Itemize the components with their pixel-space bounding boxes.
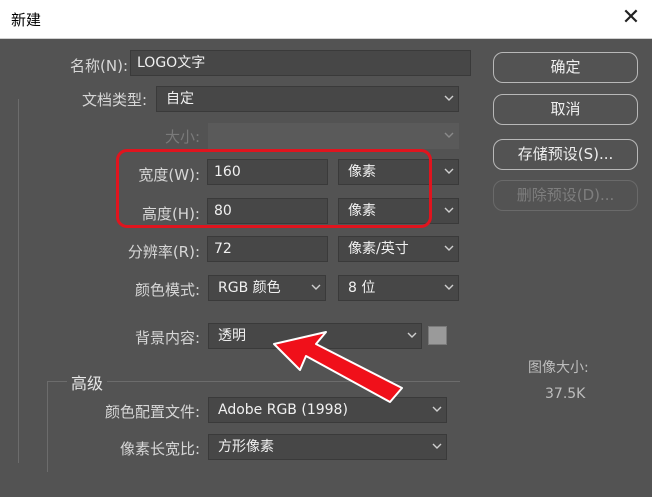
chevron-down-icon: [432, 406, 442, 412]
name-input[interactable]: LOGO文字: [130, 50, 471, 76]
size-label: 大小:: [164, 128, 200, 146]
chevron-down-icon: [444, 95, 454, 101]
size-select[interactable]: [208, 123, 459, 149]
color-mode-label: 颜色模式:: [134, 281, 200, 299]
resolution-input[interactable]: 72: [207, 236, 328, 262]
cancel-button[interactable]: 取消: [493, 94, 638, 125]
chevron-down-icon: [311, 284, 321, 290]
chevron-down-icon: [444, 284, 454, 290]
chevron-down-icon: [444, 245, 454, 251]
close-icon[interactable]: ✕: [618, 5, 644, 31]
color-mode-value: RGB 颜色: [218, 280, 281, 296]
bit-depth-value: 8 位: [348, 280, 376, 296]
resolution-label: 分辨率(R):: [127, 243, 200, 261]
doc-type-label: 文档类型:: [81, 91, 147, 109]
background-color-swatch[interactable]: [428, 326, 447, 345]
pixel-aspect-value: 方形像素: [218, 439, 274, 455]
chevron-down-icon: [432, 443, 442, 449]
image-size-label: 图像大小:: [528, 360, 589, 376]
resolution-unit-select[interactable]: 像素/英寸: [338, 236, 459, 262]
new-document-dialog: 新建 ✕ 名称(N): LOGO文字 文档类型: 自定 大小: 宽度(W): 1…: [0, 0, 652, 497]
image-size-value: 37.5K: [545, 386, 586, 402]
color-profile-label: 颜色配置文件:: [104, 403, 200, 421]
pixel-aspect-select[interactable]: 方形像素: [208, 434, 447, 460]
name-label: 名称(N):: [70, 57, 128, 75]
doc-type-select[interactable]: 自定: [156, 86, 459, 112]
dialog-title: 新建: [11, 11, 42, 29]
ok-button[interactable]: 确定: [493, 52, 638, 83]
save-preset-button[interactable]: 存储预设(S)...: [493, 139, 638, 170]
background-value: 透明: [218, 328, 246, 344]
delete-preset-button[interactable]: 删除预设(D)...: [493, 180, 638, 211]
color-mode-select[interactable]: RGB 颜色: [208, 275, 326, 301]
chevron-down-icon: [444, 207, 454, 213]
pixel-aspect-label: 像素长宽比:: [119, 440, 200, 458]
bit-depth-select[interactable]: 8 位: [338, 275, 459, 301]
doc-type-value: 自定: [166, 91, 194, 107]
resolution-unit-value: 像素/英寸: [348, 241, 409, 257]
red-arrow-icon: [273, 331, 403, 403]
highlight-box: [116, 149, 432, 228]
advanced-group-title: 高级: [67, 370, 108, 394]
chevron-down-icon: [444, 132, 454, 138]
chevron-down-icon: [444, 168, 454, 174]
title-bar: 新建 ✕: [0, 0, 652, 39]
background-label: 背景内容:: [134, 329, 200, 347]
